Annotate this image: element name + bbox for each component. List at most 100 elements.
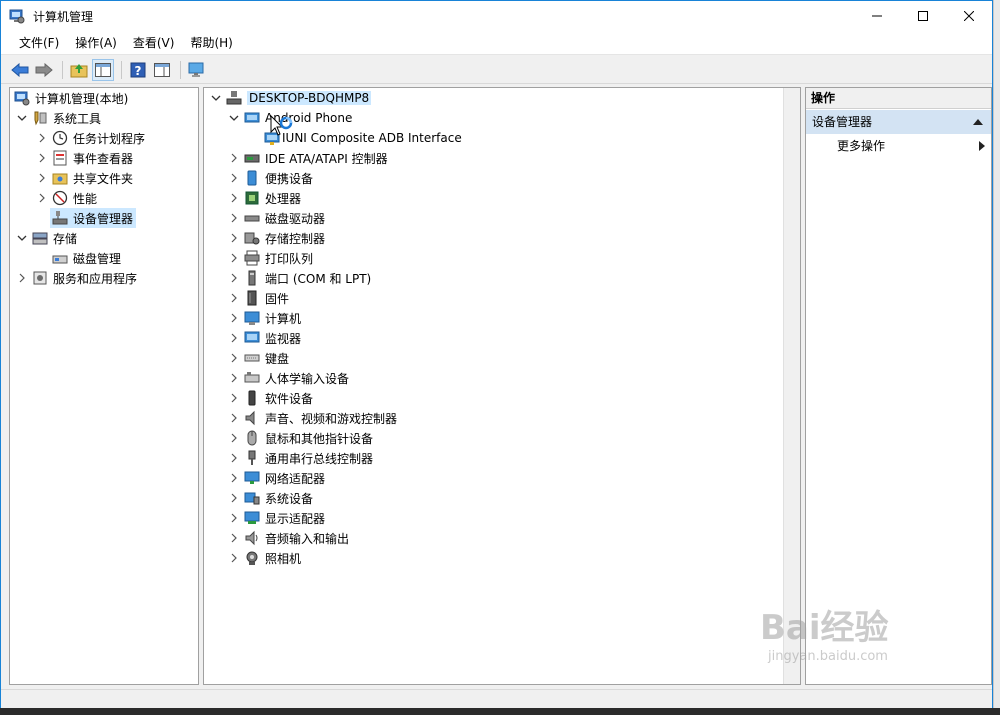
tree-item-services-applications[interactable]: 服务和应用程序 — [16, 268, 137, 288]
chevron-right-icon[interactable] — [16, 272, 28, 284]
chevron-right-icon[interactable] — [228, 552, 240, 564]
back-button[interactable] — [9, 59, 31, 81]
chevron-right-icon[interactable] — [228, 212, 240, 224]
menu-file[interactable]: 文件(F) — [11, 32, 67, 54]
camera-icon — [244, 550, 260, 566]
chevron-right-icon[interactable] — [228, 172, 240, 184]
chevron-right-icon[interactable] — [228, 372, 240, 384]
tree-item-label: 监视器 — [265, 331, 302, 346]
menu-action[interactable]: 操作(A) — [67, 32, 125, 54]
tree-item-performance[interactable]: 性能 — [36, 188, 97, 208]
tree-item-device-manager[interactable]: 设备管理器 — [50, 208, 137, 228]
actions-section-device-manager[interactable]: 设备管理器 — [806, 110, 991, 134]
chevron-right-icon[interactable] — [228, 352, 240, 364]
sound-icon — [244, 410, 260, 426]
tree-item-device-category[interactable]: 显示适配器 — [228, 508, 325, 528]
tree-item-device-category[interactable]: 网络适配器 — [228, 468, 325, 488]
tree-item-device-category[interactable]: 人体学输入设备 — [228, 368, 349, 388]
tree-item-device-category[interactable]: IDE ATA/ATAPI 控制器 — [228, 148, 388, 168]
tree-item-label: 端口 (COM 和 LPT) — [265, 271, 372, 286]
tree-item-event-viewer[interactable]: 事件查看器 — [36, 148, 133, 168]
chevron-down-icon[interactable] — [16, 112, 28, 124]
chevron-right-icon[interactable] — [228, 152, 240, 164]
up-folder-icon — [70, 63, 88, 77]
tree-item-device-category[interactable]: 键盘 — [228, 348, 289, 368]
tree-item-device-category[interactable]: 固件 — [228, 288, 289, 308]
chevron-right-icon[interactable] — [228, 272, 240, 284]
system-tools-icon — [32, 110, 48, 126]
tree-item-disk-management[interactable]: 磁盘管理 — [52, 248, 121, 268]
tree-item-label: 计算机管理(本地) — [35, 91, 129, 106]
chevron-right-icon[interactable] — [228, 532, 240, 544]
chevron-right-icon[interactable] — [36, 172, 48, 184]
menu-help[interactable]: 帮助(H) — [182, 32, 240, 54]
tree-item-device-category[interactable]: 端口 (COM 和 LPT) — [228, 268, 371, 288]
device-tree-pane[interactable]: DESKTOP-BDQHMP8 Android Phone IUNI Compo… — [203, 87, 801, 685]
tree-item-shared-folders[interactable]: 共享文件夹 — [36, 168, 133, 188]
close-icon — [964, 11, 974, 21]
collapse-up-icon[interactable] — [973, 119, 983, 125]
properties-button[interactable] — [151, 59, 173, 81]
chevron-right-icon[interactable] — [228, 312, 240, 324]
minimize-button[interactable] — [854, 1, 900, 31]
more-actions-item[interactable]: 更多操作 — [806, 136, 991, 156]
tree-item-device-category[interactable]: 鼠标和其他指针设备 — [228, 428, 373, 448]
chevron-down-icon[interactable] — [16, 232, 28, 244]
chevron-right-icon[interactable] — [228, 252, 240, 264]
software-device-icon — [244, 390, 260, 406]
close-button[interactable] — [946, 1, 992, 31]
title-bar[interactable]: 计算机管理 — [1, 1, 992, 31]
chevron-right-icon[interactable] — [36, 132, 48, 144]
maximize-button[interactable] — [900, 1, 946, 31]
tree-item-device-category[interactable]: 监视器 — [228, 328, 301, 348]
tree-item-device-category[interactable]: 通用串行总线控制器 — [228, 448, 373, 468]
actions-header: 操作 — [806, 88, 991, 109]
chevron-right-icon[interactable] — [228, 472, 240, 484]
tree-item-device-category[interactable]: 软件设备 — [228, 388, 313, 408]
chevron-right-icon[interactable] — [36, 152, 48, 164]
chevron-right-icon[interactable] — [228, 292, 240, 304]
chevron-down-icon[interactable] — [210, 92, 222, 104]
tree-item-device-category[interactable]: 便携设备 — [228, 168, 313, 188]
chevron-right-icon[interactable] — [228, 392, 240, 404]
tree-item-system-tools[interactable]: 系统工具 — [16, 108, 101, 128]
tree-item-device-category[interactable]: 存储控制器 — [228, 228, 325, 248]
chevron-right-icon[interactable] — [228, 232, 240, 244]
console-tree-pane[interactable]: 计算机管理(本地) 系统工具 任务计划程序 事件查看器 共享文件夹 性能 设备管… — [9, 87, 199, 685]
chevron-right-icon[interactable] — [228, 512, 240, 524]
tree-item-device-category[interactable]: 系统设备 — [228, 488, 313, 508]
tree-item-label: 系统工具 — [53, 111, 102, 126]
tree-item-computer-root[interactable]: DESKTOP-BDQHMP8 — [210, 88, 372, 108]
tree-item-device-category[interactable]: 声音、视频和游戏控制器 — [228, 408, 397, 428]
tree-item-device-category[interactable]: 磁盘驱动器 — [228, 208, 325, 228]
tree-item-device-category[interactable]: 计算机 — [228, 308, 301, 328]
chevron-right-icon[interactable] — [228, 432, 240, 444]
disk-drive-icon — [244, 210, 260, 226]
chevron-right-icon[interactable] — [228, 192, 240, 204]
chevron-down-icon[interactable] — [228, 112, 240, 124]
vertical-scrollbar[interactable] — [783, 88, 800, 684]
tree-item-device-category[interactable]: 音频输入和输出 — [228, 528, 349, 548]
tree-item-device-category[interactable]: 照相机 — [228, 548, 301, 568]
tree-item-label: 便携设备 — [265, 171, 314, 186]
tree-item-label: 存储 — [53, 231, 78, 246]
chevron-right-icon[interactable] — [36, 192, 48, 204]
help-button[interactable]: ? — [127, 59, 149, 81]
forward-button[interactable] — [33, 59, 55, 81]
tree-item-computer-management-local[interactable]: 计算机管理(本地) — [14, 88, 128, 108]
chevron-right-icon[interactable] — [228, 452, 240, 464]
printer-icon — [244, 250, 260, 266]
up-level-button[interactable] — [68, 59, 90, 81]
tree-item-storage[interactable]: 存储 — [16, 228, 77, 248]
menu-view[interactable]: 查看(V) — [125, 32, 183, 54]
tree-item-label: 软件设备 — [265, 391, 314, 406]
chevron-right-icon[interactable] — [228, 492, 240, 504]
tree-item-device-category[interactable]: 打印队列 — [228, 248, 313, 268]
chevron-right-icon[interactable] — [228, 332, 240, 344]
show-hide-console-tree-button[interactable] — [92, 58, 114, 81]
scan-hardware-button[interactable] — [186, 59, 208, 81]
tree-item-task-scheduler[interactable]: 任务计划程序 — [36, 128, 145, 148]
chevron-right-icon[interactable] — [228, 412, 240, 424]
tree-item-device-category[interactable]: 处理器 — [228, 188, 301, 208]
processor-icon — [244, 190, 260, 206]
